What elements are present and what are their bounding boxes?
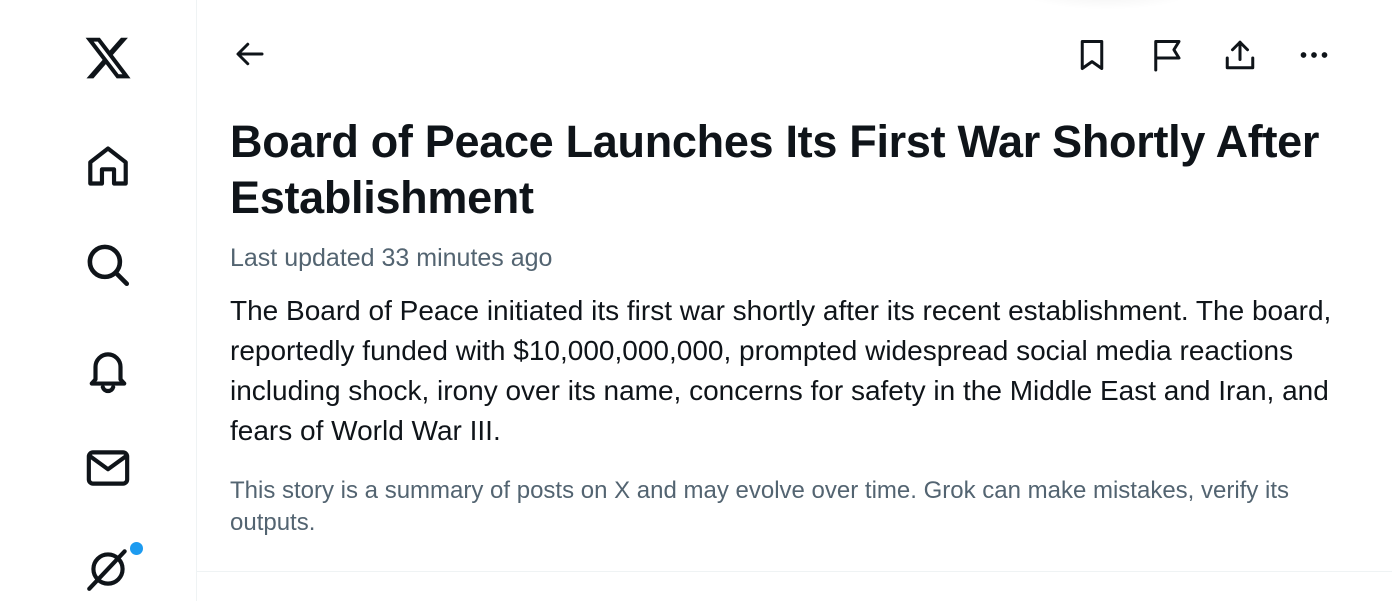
- more-button[interactable]: [1290, 31, 1338, 79]
- sidebar-nav: [0, 0, 197, 601]
- share-icon: [1225, 40, 1255, 70]
- top-shadow: [1017, 0, 1197, 10]
- nav-explore[interactable]: [80, 237, 136, 293]
- bookmark-icon: [1080, 40, 1104, 70]
- bookmark-button[interactable]: [1068, 31, 1116, 79]
- app-window: Board of Peace Launches Its First War Sh…: [0, 0, 1392, 601]
- story-title: Board of Peace Launches Its First War Sh…: [230, 116, 1320, 223]
- mail-icon: [86, 450, 130, 486]
- bell-icon: [89, 352, 127, 394]
- x-logo-link[interactable]: [80, 30, 136, 86]
- arrow-left-icon: [236, 42, 264, 66]
- story-summary: The Board of Peace initiated its first w…: [230, 295, 1332, 446]
- grok-disclaimer: This story is a summary of posts on X an…: [230, 477, 1290, 536]
- report-button[interactable]: [1143, 31, 1191, 79]
- more-icon: [1300, 52, 1328, 58]
- back-button[interactable]: [226, 30, 274, 78]
- divider: [197, 571, 1392, 572]
- x-logo-icon: [85, 37, 131, 79]
- nav-grok[interactable]: [80, 540, 145, 596]
- search-icon: [87, 244, 130, 287]
- home-icon: [88, 146, 128, 186]
- story-page: Board of Peace Launches Its First War Sh…: [197, 0, 1392, 601]
- nav-messages[interactable]: [80, 440, 136, 496]
- nav-notifications[interactable]: [80, 342, 136, 398]
- share-button[interactable]: [1216, 31, 1264, 79]
- nav-home[interactable]: [80, 138, 136, 194]
- last-updated: Last updated 33 minutes ago: [230, 244, 553, 272]
- grok-icon: [87, 549, 127, 591]
- flag-icon: [1154, 40, 1181, 72]
- notification-dot: [128, 540, 145, 557]
